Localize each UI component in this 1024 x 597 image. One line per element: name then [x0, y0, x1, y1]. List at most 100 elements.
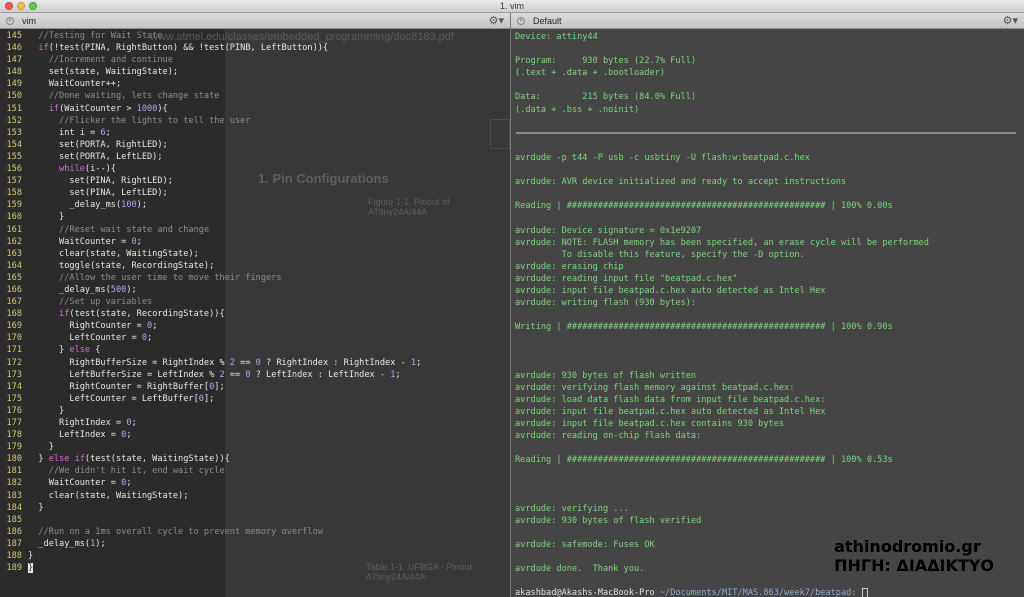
terminal-line: avrdude: input file beatpad.c.hex contai… — [515, 419, 785, 429]
code-line[interactable]: 171 } else { — [0, 344, 421, 356]
line-text: //Run on a 1ms overall cycle to prevent … — [38, 526, 323, 537]
code-line[interactable]: 164 toggle(state, RecordingState); — [0, 260, 421, 272]
code-buffer[interactable]: 145 //Testing for Wait State 146 if(!test… — [0, 30, 421, 574]
code-line[interactable]: 169 RightCounter = 0; — [0, 320, 421, 332]
code-line[interactable]: 147 //Increment and continue — [0, 54, 421, 66]
code-line[interactable]: 163 clear(state, WaitingState); — [0, 248, 421, 260]
code-line[interactable]: 187 _delay_ms(1); — [0, 538, 421, 550]
code-line[interactable]: 181 //We didn't hit it, end wait cycle — [0, 465, 421, 477]
line-text: _delay_ms(100); — [28, 200, 148, 211]
code-line[interactable]: 153 int i = 6; — [0, 127, 421, 139]
line-text: } — [28, 502, 44, 513]
terminal-line: avrdude: input file beatpad.c.hex auto d… — [515, 285, 826, 296]
code-line[interactable]: 168 if(test(state, RecordingState)){ — [0, 308, 421, 320]
code-line[interactable]: 188} — [0, 550, 421, 562]
gear-icon[interactable]: ⚙▾ — [489, 14, 504, 27]
line-text: RightBufferSize = RightIndex % 2 == 0 ? … — [28, 357, 422, 368]
line-number: 171 — [6, 345, 22, 356]
terminal-line: avrdude: load data flash data from input… — [515, 394, 826, 405]
line-text: //Done waiting, lets change state — [48, 91, 220, 102]
line-number: 170 — [6, 333, 22, 344]
line-number: 146 — [6, 43, 22, 54]
code-line[interactable]: 184 } — [0, 502, 421, 514]
code-line[interactable]: 151 if(WaitCounter > 1000){ — [0, 103, 421, 115]
code-line[interactable]: 162 WaitCounter = 0; — [0, 236, 421, 248]
line-number: 181 — [6, 466, 22, 477]
tab-label: vim — [22, 16, 36, 26]
window-maximize-button[interactable] — [29, 2, 37, 10]
line-number: 165 — [6, 272, 22, 283]
code-line[interactable]: 183 clear(state, WaitingState); — [0, 490, 421, 502]
line-number: 163 — [6, 248, 22, 259]
vim-editor[interactable]: www.atmel.edu/classes/embedded_programmi… — [0, 29, 510, 597]
close-icon[interactable]: × — [517, 17, 525, 25]
code-line[interactable]: 159 _delay_ms(100); — [0, 199, 421, 211]
terminal-prompt[interactable]: akashbad@Akashs-MacBook-Pro ~/Documents/… — [515, 587, 929, 597]
window-minimize-button[interactable] — [17, 2, 25, 10]
code-line[interactable]: 149 WaitCounter++; — [0, 78, 421, 90]
terminal[interactable]: Device: attiny44 Program: 930 bytes (22.… — [511, 29, 1024, 597]
code-line[interactable]: 165 //Allow the user time to move their … — [0, 272, 421, 284]
line-text: //Reset wait state and change — [59, 224, 210, 235]
terminal-line: avrdude: reading on-chip flash data: — [515, 431, 702, 442]
background-logo — [490, 119, 510, 149]
line-text: } — [28, 405, 65, 416]
line-text: WaitCounter = 0; — [28, 478, 132, 489]
window-close-button[interactable] — [5, 2, 13, 10]
line-text: if(test(state, RecordingState)){ — [59, 309, 225, 320]
code-line[interactable]: 172 RightBufferSize = RightIndex % 2 == … — [0, 357, 421, 369]
tab-vim[interactable]: × vim ⚙▾ — [0, 13, 510, 29]
code-line[interactable]: 189} — [0, 562, 421, 574]
code-line[interactable]: 146 if(!test(PINA, RightButton) && !test… — [0, 42, 421, 54]
code-line[interactable]: 177 RightIndex = 0; — [0, 417, 421, 429]
code-line[interactable]: 182 WaitCounter = 0; — [0, 477, 421, 489]
line-text: clear(state, WaitingState); — [28, 490, 189, 501]
code-line[interactable]: 150 //Done waiting, lets change state — [0, 90, 421, 102]
line-number: 180 — [6, 454, 22, 465]
code-line[interactable]: 157 set(PINA, RightLED); — [0, 175, 421, 187]
code-line[interactable]: 179 } — [0, 441, 421, 453]
terminal-line: avrdude: writing flash (930 bytes): — [515, 298, 697, 309]
code-line[interactable]: 178 LeftIndex = 0; — [0, 429, 421, 441]
gear-icon[interactable]: ⚙▾ — [1003, 14, 1018, 27]
line-text: LeftCounter = 0; — [28, 333, 153, 344]
watermark: athinodromio.gr ΠΗΓΗ: ΔΙΑΔΙΚΤΥΟ — [834, 537, 994, 575]
line-text: //Allow the user time to move their fing… — [59, 272, 282, 283]
code-line[interactable]: 173 LeftBufferSize = LeftIndex % 2 == 0 … — [0, 369, 421, 381]
line-text: LeftIndex = 0; — [28, 430, 132, 441]
code-line[interactable]: 167 //Set up variables — [0, 296, 421, 308]
code-line[interactable]: 170 LeftCounter = 0; — [0, 332, 421, 344]
code-line[interactable]: 152 //Flicker the lights to tell the use… — [0, 115, 421, 127]
code-line[interactable]: 161 //Reset wait state and change — [0, 224, 421, 236]
code-line[interactable]: 176 } — [0, 405, 421, 417]
code-line[interactable]: 160 } — [0, 211, 421, 223]
line-text: toggle(state, RecordingState); — [28, 260, 215, 271]
code-line[interactable]: 158 set(PINA, LeftLED); — [0, 187, 421, 199]
terminal-line: avrdude: erasing chip — [515, 261, 624, 272]
code-line[interactable]: 155 set(PORTA, LeftLED); — [0, 151, 421, 163]
line-text: _delay_ms(500); — [28, 284, 137, 295]
line-number: 177 — [6, 418, 22, 428]
tab-default[interactable]: × Default ⚙▾ — [511, 13, 1024, 29]
code-line[interactable]: 145 //Testing for Wait State — [0, 30, 421, 42]
code-line[interactable]: 166 _delay_ms(500); — [0, 284, 421, 296]
line-number: 159 — [6, 200, 22, 211]
code-line[interactable]: 154 set(PORTA, RightLED); — [0, 139, 421, 151]
code-line[interactable]: 174 RightCounter = RightBuffer[0]; — [0, 381, 421, 393]
code-line[interactable]: 175 LeftCounter = LeftBuffer[0]; — [0, 393, 421, 405]
window-title: 1. vim — [499, 1, 524, 11]
code-line[interactable]: 148 set(state, WaitingState); — [0, 66, 421, 78]
window-titlebar: 1. vim — [0, 0, 1024, 13]
line-number: 147 — [6, 55, 22, 66]
close-icon[interactable]: × — [6, 17, 14, 25]
code-line[interactable]: 186 //Run on a 1ms overall cycle to prev… — [0, 526, 421, 538]
code-line[interactable]: 156 while(i--){ — [0, 163, 421, 175]
line-text: LeftCounter = LeftBuffer[0]; — [28, 393, 215, 404]
code-line[interactable]: 185 — [0, 514, 421, 526]
line-text: _delay_ms(1); — [28, 538, 106, 549]
code-line[interactable]: 180 } else if(test(state, WaitingState))… — [0, 453, 421, 465]
